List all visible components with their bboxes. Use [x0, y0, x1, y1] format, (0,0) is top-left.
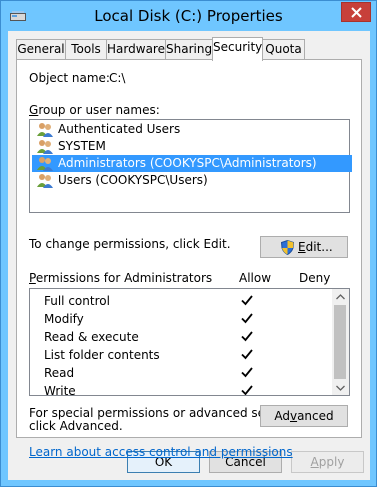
apply-button[interactable]: Apply [291, 451, 364, 473]
permissions-label: Permissions for Administrators [29, 271, 213, 285]
change-permissions-text: To change permissions, click Edit. [29, 237, 231, 251]
user-group-icon [37, 173, 54, 188]
properties-window: Local Disk (C:) Properties General Tools… [0, 0, 377, 487]
permission-row: List folder contents [30, 346, 330, 364]
checkmark-icon [241, 313, 253, 324]
permission-row: Read [30, 364, 330, 382]
special-permissions-text-2: click Advanced. [29, 419, 123, 433]
security-panel: Object name: C:\ Group or user names: Au… [16, 59, 362, 459]
deny-header: Deny [299, 271, 331, 285]
user-group-icon [37, 156, 54, 171]
title-bar[interactable]: Local Disk (C:) Properties [1, 1, 376, 31]
object-name-value: C:\ [109, 71, 126, 85]
close-icon [351, 7, 362, 18]
group-label: Group or user names: [29, 103, 160, 117]
user-list[interactable]: Authenticated Users SYSTEM Administrator… [29, 119, 352, 213]
access-control-help-link[interactable]: Learn about access control and permissio… [29, 445, 293, 459]
tab-sharing[interactable]: Sharing [165, 39, 213, 59]
uac-shield-icon [281, 240, 294, 255]
user-item-users[interactable]: Users (COOKYSPC\Users) [32, 172, 352, 189]
permissions-scrollbar[interactable] [332, 289, 349, 395]
window-title: Local Disk (C:) Properties [94, 7, 283, 25]
advanced-button[interactable]: Advanced [260, 405, 348, 427]
checkmark-icon [241, 385, 253, 395]
user-item-authenticated-users[interactable]: Authenticated Users [32, 121, 352, 138]
allow-header: Allow [239, 271, 272, 285]
scroll-up-arrow-icon[interactable] [336, 294, 345, 300]
permission-row: Read & execute [30, 328, 330, 346]
user-item-system[interactable]: SYSTEM [32, 138, 352, 155]
checkmark-icon [241, 295, 253, 306]
scroll-down-arrow-icon[interactable] [336, 385, 345, 391]
edit-button[interactable]: Edit... [260, 236, 348, 258]
tab-hardware[interactable]: Hardware [106, 39, 166, 59]
checkmark-icon [241, 349, 253, 360]
permission-row: Modify [30, 310, 330, 328]
tab-quota[interactable]: Quota [262, 39, 305, 59]
close-button[interactable] [341, 2, 371, 22]
user-group-icon [37, 122, 54, 137]
tab-general[interactable]: General [16, 39, 66, 59]
dialog-body: General Tools Hardware Sharing Security … [8, 31, 370, 480]
permissions-list[interactable]: Full control Modify Read & execute List … [29, 288, 350, 396]
checkmark-icon [241, 331, 253, 342]
scrollbar-thumb[interactable] [334, 305, 346, 379]
tab-tools[interactable]: Tools [65, 39, 107, 59]
user-item-administrators[interactable]: Administrators (COOKYSPC\Administrators) [32, 155, 352, 172]
checkmark-icon [241, 367, 253, 378]
tab-security[interactable]: Security [212, 37, 263, 61]
permission-row: Full control [30, 292, 330, 310]
object-name-label: Object name: [29, 71, 110, 85]
permission-row: Write [30, 382, 330, 395]
user-group-icon [37, 139, 54, 154]
